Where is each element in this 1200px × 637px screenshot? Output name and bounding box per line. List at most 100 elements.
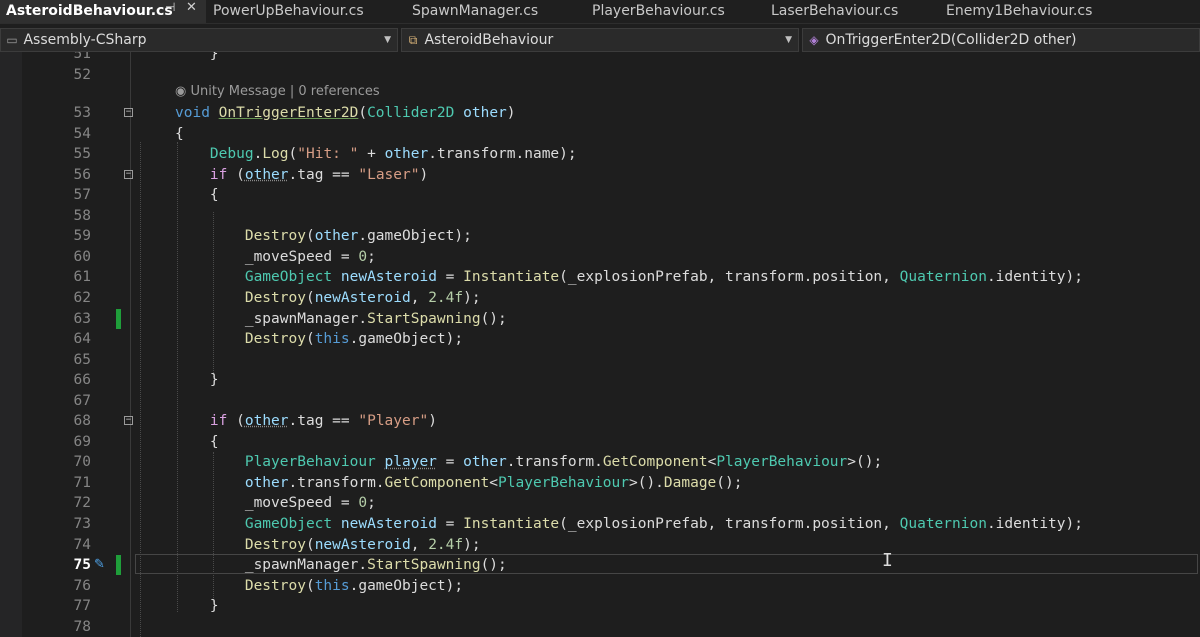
code-line[interactable]: 61 GameObject newAsteroid = Instantiate(… xyxy=(0,267,1200,287)
code-line[interactable]: 67 xyxy=(0,391,1200,411)
line-number: 55 xyxy=(73,146,91,163)
project-dropdown[interactable]: ▭ Assembly-CSharp ▼ xyxy=(0,28,398,52)
line-number: 61 xyxy=(73,269,91,286)
code-token: Destroy xyxy=(244,289,306,306)
code-line[interactable]: 56 − if (other.tag == "Laser") xyxy=(0,165,1200,185)
codelens-references[interactable]: 0 references xyxy=(298,84,379,99)
code-line[interactable]: 73 GameObject newAsteroid = Instantiate(… xyxy=(0,514,1200,534)
code-token: newAsteroid xyxy=(340,516,437,532)
code-line[interactable]: 58 xyxy=(0,206,1200,226)
code-token: (_explosionPrefab, transform.position, xyxy=(559,516,900,532)
code-line[interactable]: 62 Destroy(newAsteroid, 2.4f); xyxy=(0,288,1200,308)
code-line[interactable]: 77 } xyxy=(0,596,1200,616)
code-editor[interactable]: ◉ Unity Message | 0 references 51 } 52 53 −… xyxy=(0,52,1200,637)
code-line[interactable]: 70 PlayerBehaviour player = other.transf… xyxy=(0,452,1200,472)
class-dropdown[interactable]: ⧉ AsteroidBehaviour ▼ xyxy=(401,28,799,52)
code-line[interactable]: 76 Destroy(this.gameObject); xyxy=(0,576,1200,596)
screwdriver-icon[interactable]: ✎ xyxy=(94,555,105,575)
codelens-message: Unity Message xyxy=(190,84,286,99)
code-line[interactable]: 65 xyxy=(0,350,1200,370)
unity-icon: ◉ xyxy=(175,84,187,99)
code-token: _spawnManager. xyxy=(175,557,368,574)
code-text: } xyxy=(175,370,219,390)
code-text: other.transform.GetComponent<PlayerBehav… xyxy=(175,473,743,493)
tab-label: PowerUpBehaviour.cs xyxy=(213,3,364,19)
code-line[interactable]: 55 Debug.Log("Hit: " + other.transform.n… xyxy=(0,144,1200,164)
code-line[interactable]: 71 other.transform.GetComponent<PlayerBe… xyxy=(0,473,1200,493)
project-label: Assembly-CSharp xyxy=(23,32,147,48)
code-token: (); xyxy=(480,310,507,327)
code-token: } xyxy=(175,52,219,62)
codelens-hint[interactable]: ◉ Unity Message | 0 references xyxy=(175,82,380,102)
code-token: .gameObject); xyxy=(349,577,464,594)
code-line[interactable]: 60 _moveSpeed = 0; xyxy=(0,247,1200,267)
code-text: if (other.tag == "Laser") xyxy=(175,165,428,185)
collapse-icon[interactable]: − xyxy=(124,108,133,117)
code-token: PlayerBehaviour xyxy=(244,454,376,471)
method-icon: ◈ xyxy=(809,33,819,47)
code-line[interactable]: 68 − if (other.tag == "Player") xyxy=(0,411,1200,431)
code-line[interactable]: 63 _spawnManager.StartSpawning(); xyxy=(0,308,1200,329)
code-line[interactable]: 51 } xyxy=(0,52,1200,64)
code-token: ) xyxy=(419,166,429,183)
code-token: ) xyxy=(428,413,437,430)
class-icon: ⧉ xyxy=(408,33,418,47)
code-token: GameObject xyxy=(244,269,333,286)
code-text: Debug.Log("Hit: " + other.transform.name… xyxy=(175,144,577,164)
code-token: _spawnManager. xyxy=(175,310,368,327)
code-token: .gameObject); xyxy=(349,331,464,348)
code-line[interactable]: 54 { xyxy=(0,124,1200,144)
line-number: 65 xyxy=(73,351,91,368)
code-line[interactable]: 53 − void OnTriggerEnter2D(Collider2D othe… xyxy=(0,103,1200,123)
line-number: 67 xyxy=(73,392,91,409)
code-token: _moveSpeed = xyxy=(175,495,359,512)
code-token: . xyxy=(253,146,263,163)
code-token: "Laser" xyxy=(358,166,420,183)
csharp-project-icon: ▭ xyxy=(6,33,18,47)
code-token: { xyxy=(175,187,219,204)
code-token: ( xyxy=(305,536,315,553)
code-token: , xyxy=(410,289,429,306)
collapse-icon[interactable]: − xyxy=(124,416,133,426)
collapse-icon[interactable]: − xyxy=(124,169,133,179)
code-token: Quaternion xyxy=(899,516,987,532)
line-number: 58 xyxy=(73,207,91,224)
code-text: { xyxy=(175,185,219,205)
code-line[interactable]: 57 { xyxy=(0,185,1200,205)
code-line[interactable]: 78 xyxy=(0,617,1200,637)
tab-playerbehaviour[interactable]: PlayerBehaviour.cs xyxy=(586,0,762,23)
code-line[interactable]: 66 } xyxy=(0,370,1200,390)
code-line[interactable]: 69 { xyxy=(0,432,1200,452)
tab-spawnmanager[interactable]: SpawnManager.cs xyxy=(406,0,582,23)
pin-tab-icon[interactable]: ⊣ xyxy=(165,0,175,14)
line-number: 59 xyxy=(73,228,91,245)
line-number: 78 xyxy=(73,618,91,635)
line-number: 51 xyxy=(73,52,91,62)
code-line[interactable]: 72 _moveSpeed = 0; xyxy=(0,493,1200,513)
code-token: Destroy xyxy=(244,577,306,594)
tab-enemy1behaviour[interactable]: Enemy1Behaviour.cs xyxy=(940,0,1132,23)
line-number: 62 xyxy=(73,289,91,306)
code-token: Destroy xyxy=(244,536,306,553)
code-token: (); xyxy=(716,474,743,491)
code-token: .transform.name); xyxy=(428,146,577,163)
code-line[interactable]: 75 ✎ _spawnManager.StartSpawning(); xyxy=(0,555,1200,576)
tab-powerupbehaviour[interactable]: PowerUpBehaviour.cs xyxy=(207,0,403,23)
code-line[interactable]: 74 Destroy(newAsteroid, 2.4f); xyxy=(0,535,1200,555)
code-token: 0 xyxy=(358,248,368,265)
code-token: .tag == xyxy=(288,413,359,430)
code-line[interactable]: 59 Destroy(other.gameObject); xyxy=(0,226,1200,246)
member-dropdown[interactable]: ◈ OnTriggerEnter2D(Collider2D other) xyxy=(802,28,1200,52)
code-line[interactable]: 52 xyxy=(0,65,1200,85)
code-token: Debug xyxy=(209,146,254,163)
code-token: other xyxy=(244,413,289,430)
code-line[interactable]: 64 Destroy(this.gameObject); xyxy=(0,329,1200,349)
line-number: 72 xyxy=(73,495,91,512)
close-tab-icon[interactable]: ✕ xyxy=(186,0,197,15)
tab-laserbehaviour[interactable]: LaserBehaviour.cs xyxy=(765,0,937,23)
code-token: = xyxy=(436,269,464,286)
code-text: PlayerBehaviour player = other.transform… xyxy=(175,452,882,472)
